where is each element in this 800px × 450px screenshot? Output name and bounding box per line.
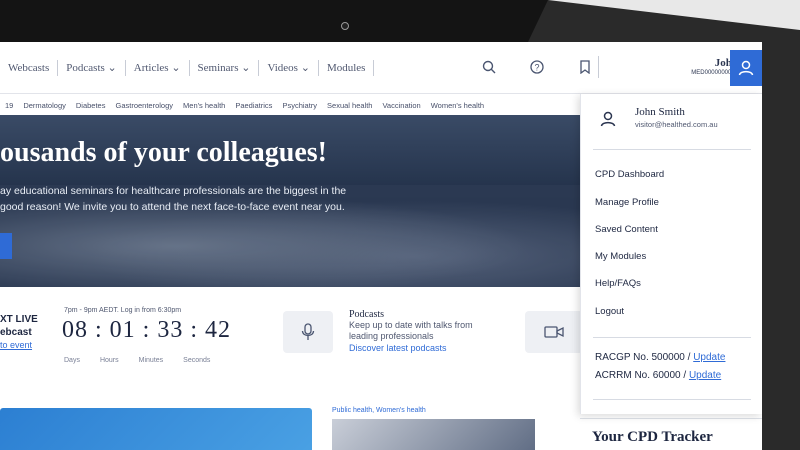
menu-item-manage-profile[interactable]: Manage Profile	[595, 197, 659, 208]
menu-item-saved-content[interactable]: Saved Content	[595, 224, 658, 235]
search-icon[interactable]	[480, 60, 498, 78]
menu-item-logout[interactable]: Logout	[595, 306, 624, 317]
dropdown-divider	[593, 337, 751, 338]
menu-item-help-faqs[interactable]: Help/FAQs	[595, 278, 641, 289]
category-bar: 19 Dermatology Diabetes Gastroenterology…	[0, 95, 590, 115]
category-item[interactable]: Diabetes	[71, 101, 111, 110]
podcast-tile[interactable]	[283, 311, 333, 353]
nav-webcasts[interactable]: Webcasts	[0, 62, 57, 74]
user-name: John	[714, 57, 738, 69]
podcasts-title: Podcasts	[349, 309, 384, 320]
nav-divider	[373, 59, 375, 76]
dropdown-divider	[593, 149, 751, 150]
category-item[interactable]: Women's health	[426, 101, 489, 110]
svg-text:?: ?	[534, 63, 539, 73]
category-item[interactable]: 19	[0, 101, 18, 110]
dropdown-divider	[593, 399, 751, 400]
category-item[interactable]: Paediatrics	[230, 101, 277, 110]
menu-item-cpd-dashboard[interactable]: CPD Dashboard	[595, 169, 664, 180]
hero-cta-button[interactable]	[0, 233, 12, 259]
avatar-icon	[599, 110, 617, 133]
hero-banner: ousands of your colleagues! ay education…	[0, 115, 590, 287]
nav-divider	[598, 56, 599, 78]
category-item[interactable]: Dermatology	[18, 101, 71, 110]
live-line: XT LIVE	[0, 314, 38, 325]
nav-videos[interactable]: Videos ⌄	[259, 61, 317, 74]
discover-podcasts-link[interactable]: Discover latest podcasts	[349, 343, 447, 353]
bookmark-icon[interactable]	[576, 60, 594, 78]
nav-podcasts[interactable]: Podcasts ⌄	[58, 61, 124, 74]
video-icon	[544, 326, 564, 338]
user-dropdown-menu: John Smith visitor@healthed.com.au CPD D…	[580, 94, 762, 414]
help-icon[interactable]: ?	[528, 60, 546, 78]
countdown-section: XT LIVE ebcast to event 7pm - 9pm AEDT. …	[0, 287, 590, 392]
hero-subtitle-line: good reason! We invite you to attend the…	[0, 201, 345, 213]
user-id: MED0000000004	[691, 70, 738, 76]
browser-screen: Webcasts Podcasts ⌄ Articles ⌄ Seminars …	[0, 42, 762, 450]
hero-subtitle-line: ay educational seminars for healthcare p…	[0, 185, 347, 197]
racgp-number: RACGP No. 500000 / Update	[595, 352, 725, 363]
microphone-icon	[301, 323, 315, 340]
card-category-tag[interactable]: Public health, Women's health	[332, 407, 426, 414]
video-tile[interactable]	[525, 311, 583, 353]
countdown-label: Minutes	[138, 357, 164, 364]
user-icon	[738, 60, 754, 76]
category-item[interactable]: Sexual health	[322, 101, 377, 110]
podcasts-description: Keep up to date with talks from leading …	[349, 320, 473, 341]
category-item[interactable]: Psychiatry	[277, 101, 322, 110]
acrrm-label: ACRRM No. 60000 /	[595, 370, 689, 381]
go-to-event-link[interactable]: to event	[0, 340, 32, 350]
countdown-labels: Days Hours Minutes Seconds	[64, 357, 230, 364]
racgp-label: RACGP No. 500000 /	[595, 352, 694, 363]
featured-card[interactable]	[0, 408, 312, 450]
live-line: ebcast	[0, 327, 32, 338]
category-item[interactable]: Vaccination	[377, 101, 425, 110]
nav-modules[interactable]: Modules	[319, 62, 374, 74]
category-item[interactable]: Men's health	[178, 101, 230, 110]
hero-title: ousands of your colleagues!	[0, 137, 327, 168]
hero-subtitle: ay educational seminars for healthcare p…	[0, 183, 430, 215]
countdown-timer: 08 : 01 : 33 : 42	[62, 317, 232, 343]
update-acrrm-link[interactable]: Update	[689, 370, 721, 381]
user-menu-button[interactable]	[730, 50, 762, 86]
menu-item-my-modules[interactable]: My Modules	[595, 251, 646, 262]
update-racgp-link[interactable]: Update	[693, 352, 725, 363]
countdown-label: Seconds	[183, 357, 211, 364]
countdown-note: 7pm - 9pm AEDT. Log in from 6:30pm	[64, 307, 182, 314]
webcam	[341, 22, 349, 30]
dropdown-user-email: visitor@healthed.com.au	[635, 120, 718, 129]
nav-articles[interactable]: Articles ⌄	[126, 61, 189, 74]
cpd-tracker-title: Your CPD Tracker	[592, 429, 713, 445]
nav-seminars[interactable]: Seminars ⌄	[190, 61, 259, 74]
card-image[interactable]	[332, 419, 535, 450]
category-item[interactable]: Gastroenterology	[110, 101, 178, 110]
countdown-label: Days	[64, 357, 80, 364]
acrrm-number: ACRRM No. 60000 / Update	[595, 370, 721, 381]
countdown-label: Hours	[99, 357, 119, 364]
dropdown-user-name: John Smith	[635, 106, 685, 118]
next-live-label: XT LIVE ebcast	[0, 313, 38, 339]
top-navigation: Webcasts Podcasts ⌄ Articles ⌄ Seminars …	[0, 42, 762, 94]
cpd-tracker: Your CPD Tracker	[580, 418, 762, 450]
